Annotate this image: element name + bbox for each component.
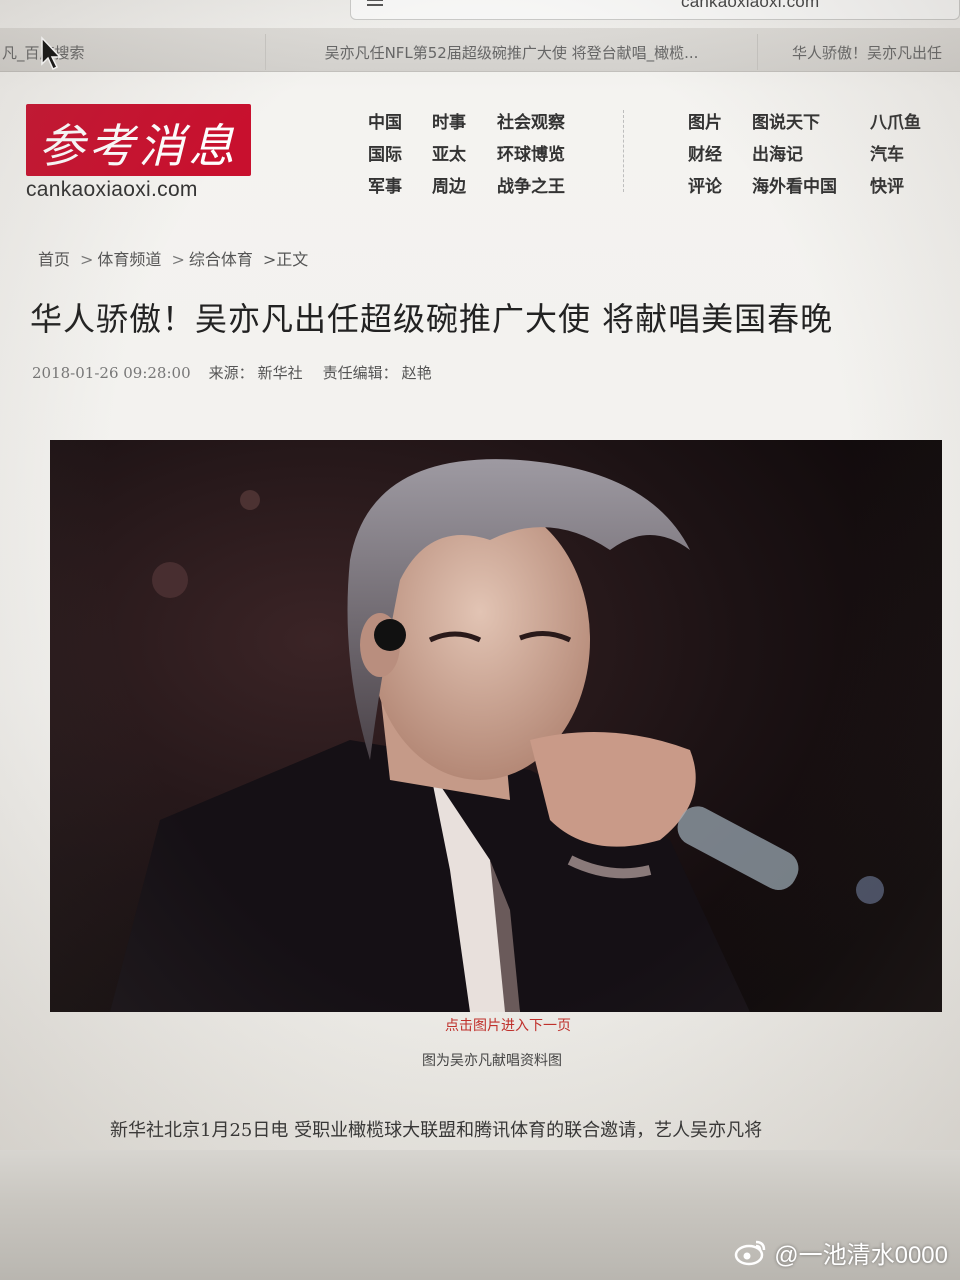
nav-item-news[interactable]: 时事: [432, 108, 466, 133]
nav-item-global[interactable]: 环球博览: [497, 140, 565, 165]
nav-item-auto[interactable]: 汽车: [870, 140, 904, 165]
nav-item-china[interactable]: 中国: [368, 108, 402, 133]
article-body-line: 新华社北京1月25日电 受职业橄榄球大联盟和腾讯体育的联合邀请，艺人吴亦凡将: [110, 1120, 763, 1141]
nav-item-quick-review[interactable]: 快评: [870, 172, 904, 197]
site-logo[interactable]: 参考消息: [26, 104, 251, 176]
tab-current-article[interactable]: 华人骄傲！吴亦凡出任: [757, 34, 960, 70]
nav-item-world-pics[interactable]: 图说天下: [752, 108, 820, 133]
singer-photo-illustration: [50, 440, 942, 1012]
photo-caption: 图为吴亦凡献唱资料图: [422, 1053, 562, 1069]
nav-item-asia-pacific[interactable]: 亚太: [432, 140, 466, 165]
nav-item-international[interactable]: 国际: [368, 140, 402, 165]
nav-item-octopus[interactable]: 八爪鱼: [870, 108, 921, 133]
mouse-cursor-icon: [41, 36, 62, 71]
nav-item-opinion[interactable]: 评论: [688, 172, 722, 197]
breadcrumb-separator: >: [171, 250, 185, 269]
monitor-screen: cankaoxiaoxi.com 凡_百度搜索 吴亦凡任NFL第52届超级碗推广…: [0, 0, 960, 1150]
article-photo[interactable]: [50, 440, 942, 1012]
weibo-watermark: @一池清水0000: [734, 1236, 948, 1269]
nav-item-china-view[interactable]: 海外看中国: [752, 172, 837, 197]
address-bar[interactable]: cankaoxiaoxi.com: [350, 0, 960, 20]
logo-text: 参考消息: [38, 119, 239, 173]
nav-item-finance[interactable]: 财经: [688, 140, 722, 165]
breadcrumb-separator: >: [80, 250, 94, 269]
editor-value: 赵艳: [401, 364, 432, 382]
watermark-text: @一池清水0000: [774, 1241, 948, 1269]
article-title: 华人骄傲！吴亦凡出任超级碗推广大使 将献唱美国春晚: [30, 300, 834, 338]
nav-item-photos[interactable]: 图片: [688, 108, 722, 133]
address-url[interactable]: cankaoxiaoxi.com: [681, 0, 819, 12]
breadcrumb-section[interactable]: 综合体育: [189, 250, 253, 269]
article-meta: 2018-01-26 09:28:00 来源： 新华社 责任编辑： 赵艳: [32, 362, 452, 383]
article-date: 2018-01-26 09:28:00: [32, 364, 191, 382]
nav-item-war[interactable]: 战争之王: [497, 172, 565, 197]
tab-nfl-article[interactable]: 吴亦凡任NFL第52届超级碗推广大使 将登台献唱_橄榄...: [265, 34, 757, 70]
editor-label: 责任编辑：: [322, 364, 398, 382]
weibo-icon: [734, 1240, 766, 1266]
nav-item-military[interactable]: 军事: [368, 172, 402, 197]
breadcrumb-home[interactable]: 首页: [38, 250, 70, 269]
logo-url: cankaoxiaoxi.com: [26, 178, 198, 201]
menu-icon[interactable]: [367, 0, 389, 10]
source-label: 来源：: [208, 364, 254, 382]
next-page-link[interactable]: 点击图片进入下一页: [0, 1015, 960, 1035]
breadcrumb: 首页 > 体育频道 > 综合体育 >正文: [38, 246, 312, 270]
tab-strip: 凡_百度搜索 吴亦凡任NFL第52届超级碗推广大使 将登台献唱_橄榄... 华人…: [0, 28, 960, 72]
nav-item-neighbors[interactable]: 周边: [432, 172, 466, 197]
breadcrumb-current: >正文: [262, 250, 309, 269]
nav-divider: [623, 110, 624, 192]
nav-item-overseas[interactable]: 出海记: [752, 140, 803, 165]
breadcrumb-channel[interactable]: 体育频道: [97, 250, 161, 269]
main-nav: 中国 时事 社会观察 国际 亚太 环球博览 军事 周边 战争之王 图片 图说天下…: [368, 106, 938, 202]
source-value: 新华社: [257, 364, 303, 382]
nav-item-society[interactable]: 社会观察: [497, 108, 565, 133]
